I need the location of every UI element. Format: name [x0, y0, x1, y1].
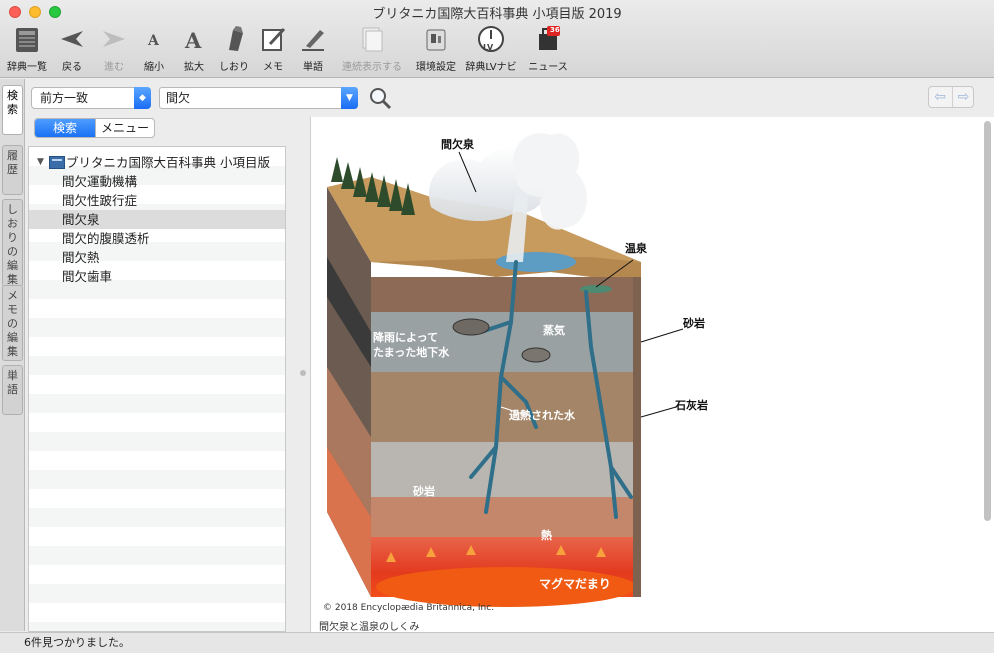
figure-caption: 間欠泉と温泉のしくみ — [319, 622, 420, 633]
dictionary-book-icon — [49, 156, 65, 169]
updown-chevron-icon: ◆ — [134, 87, 151, 109]
search-input[interactable]: 間欠 ▼ — [159, 87, 358, 109]
result-list: ▼ ブリタニカ国際大百科事典 小項目版 間欠運動機構 間欠性跛行症 間欠泉 間欠… — [28, 146, 286, 632]
menu-segment[interactable]: メニュー — [95, 119, 154, 137]
side-tab-strip: 検索 履歴 しおりの編集 メモの編集 単語 — [0, 79, 25, 631]
tab-history[interactable]: 履歴 — [2, 145, 23, 195]
prev-page-arrow-icon[interactable]: ⇦ — [929, 87, 951, 107]
match-mode-select[interactable]: 前方一致 ◆ — [31, 87, 151, 109]
label-groundwater-1: 降雨によって — [373, 330, 438, 344]
svg-text:A: A — [184, 28, 202, 53]
back-arrow-icon — [57, 24, 87, 54]
search-icon[interactable] — [368, 86, 392, 110]
result-item[interactable]: 間欠運動機構 — [29, 172, 285, 191]
news-badge: 36 — [550, 26, 560, 34]
chevron-down-icon[interactable]: ▼ — [341, 87, 358, 109]
dictionary-list-button[interactable]: 辞典一覧 — [5, 24, 49, 74]
memo-button[interactable]: メモ — [256, 24, 290, 74]
tab-words[interactable]: 単語 — [2, 365, 23, 415]
continuous-display-icon — [357, 24, 387, 54]
result-item[interactable]: 間欠歯車 — [29, 267, 285, 286]
shrink-font-button[interactable]: A 縮小 — [137, 24, 171, 74]
back-button[interactable]: 戻る — [55, 24, 89, 74]
result-item[interactable]: 間欠熱 — [29, 248, 285, 267]
window-titlebar: ブリタニカ国際大百科事典 小項目版 2019 辞典一覧 戻る 進む A 縮小 A… — [0, 0, 994, 78]
search-term: 間欠 — [166, 91, 191, 105]
label-hot-spring: 温泉 — [625, 241, 648, 255]
dictionary-list-icon — [12, 24, 42, 54]
bookmark-icon — [219, 24, 249, 54]
window-title: ブリタニカ国際大百科事典 小項目版 2019 — [372, 7, 622, 22]
page-nav-arrows: ⇦ ⇨ — [928, 86, 974, 108]
figure-copyright: © 2018 Encyclopædia Britannica, Inc. — [323, 603, 495, 613]
label-heat: 熱 — [541, 528, 552, 542]
font-shrink-icon: A — [139, 24, 169, 54]
result-item-selected[interactable]: 間欠泉 — [29, 210, 285, 229]
forward-arrow-icon — [99, 24, 129, 54]
label-limestone: 石灰岩 — [674, 398, 708, 412]
forward-button[interactable]: 進む — [97, 24, 131, 74]
label-geyser: 間欠泉 — [441, 137, 475, 151]
dictionary-tree-root[interactable]: ▼ ブリタニカ国際大百科事典 小項目版 — [29, 153, 285, 172]
soil-layer — [371, 277, 641, 312]
preferences-button[interactable]: 環境設定 — [414, 24, 458, 74]
label-magma-chamber: マグマだまり — [539, 576, 611, 591]
lv-navi-icon: LV — [476, 24, 506, 54]
continuous-display-button[interactable]: 連続表示する — [337, 24, 407, 74]
next-page-arrow-icon[interactable]: ⇨ — [952, 87, 974, 107]
search-segment[interactable]: 検索 — [35, 119, 95, 137]
match-mode-value: 前方一致 — [40, 91, 89, 105]
tab-bookmark-edit[interactable]: しおりの編集 — [2, 199, 23, 287]
font-enlarge-icon: A — [179, 24, 209, 54]
svg-text:A: A — [147, 33, 160, 49]
enlarge-font-button[interactable]: A 拡大 — [177, 24, 211, 74]
memo-icon — [258, 24, 288, 54]
svg-text:LV: LV — [483, 43, 494, 52]
dictionary-name: ブリタニカ国際大百科事典 小項目版 — [66, 155, 270, 170]
preferences-icon — [421, 24, 451, 54]
word-icon — [298, 24, 328, 54]
content-scrollbar[interactable] — [984, 121, 991, 521]
label-groundwater-2: たまった地下水 — [373, 345, 450, 359]
label-superheated-water: 過熱された水 — [508, 408, 576, 422]
lv-navi-button[interactable]: LV 辞典LVナビ — [462, 24, 520, 74]
label-sandstone-lower: 砂岩 — [413, 484, 435, 498]
bookmark-button[interactable]: しおり — [217, 24, 251, 74]
tab-search[interactable]: 検索 — [2, 85, 23, 135]
news-icon: 36 — [533, 24, 563, 54]
pane-splitter-handle[interactable] — [300, 370, 306, 376]
article-content: 間欠泉 温泉 砂岩 石灰岩 降雨によって たまった地下水 蒸気 過熱された水 砂… — [310, 117, 994, 633]
tab-memo-edit[interactable]: メモの編集 — [2, 285, 23, 361]
disclosure-triangle-icon[interactable]: ▼ — [37, 153, 44, 172]
result-item[interactable]: 間欠性跛行症 — [29, 191, 285, 210]
label-sandstone-upper: 砂岩 — [683, 316, 705, 330]
word-button[interactable]: 単語 — [296, 24, 330, 74]
label-steam: 蒸気 — [543, 323, 565, 337]
search-menu-toggle: 検索 メニュー — [34, 118, 155, 138]
search-bar: 前方一致 ◆ 間欠 ▼ ⇦ ⇨ — [26, 79, 994, 116]
news-button[interactable]: 36 ニュース — [524, 24, 572, 74]
toolbar: 辞典一覧 戻る 進む A 縮小 A 拡大 しおり メモ 単語 連続表示する 環境… — [0, 24, 994, 74]
status-bar: 6件見つかりました。 — [0, 632, 994, 653]
geyser-diagram: 間欠泉 温泉 砂岩 石灰岩 降雨によって たまった地下水 蒸気 過熱された水 砂… — [327, 133, 708, 607]
result-item[interactable]: 間欠的腹膜透析 — [29, 229, 285, 248]
